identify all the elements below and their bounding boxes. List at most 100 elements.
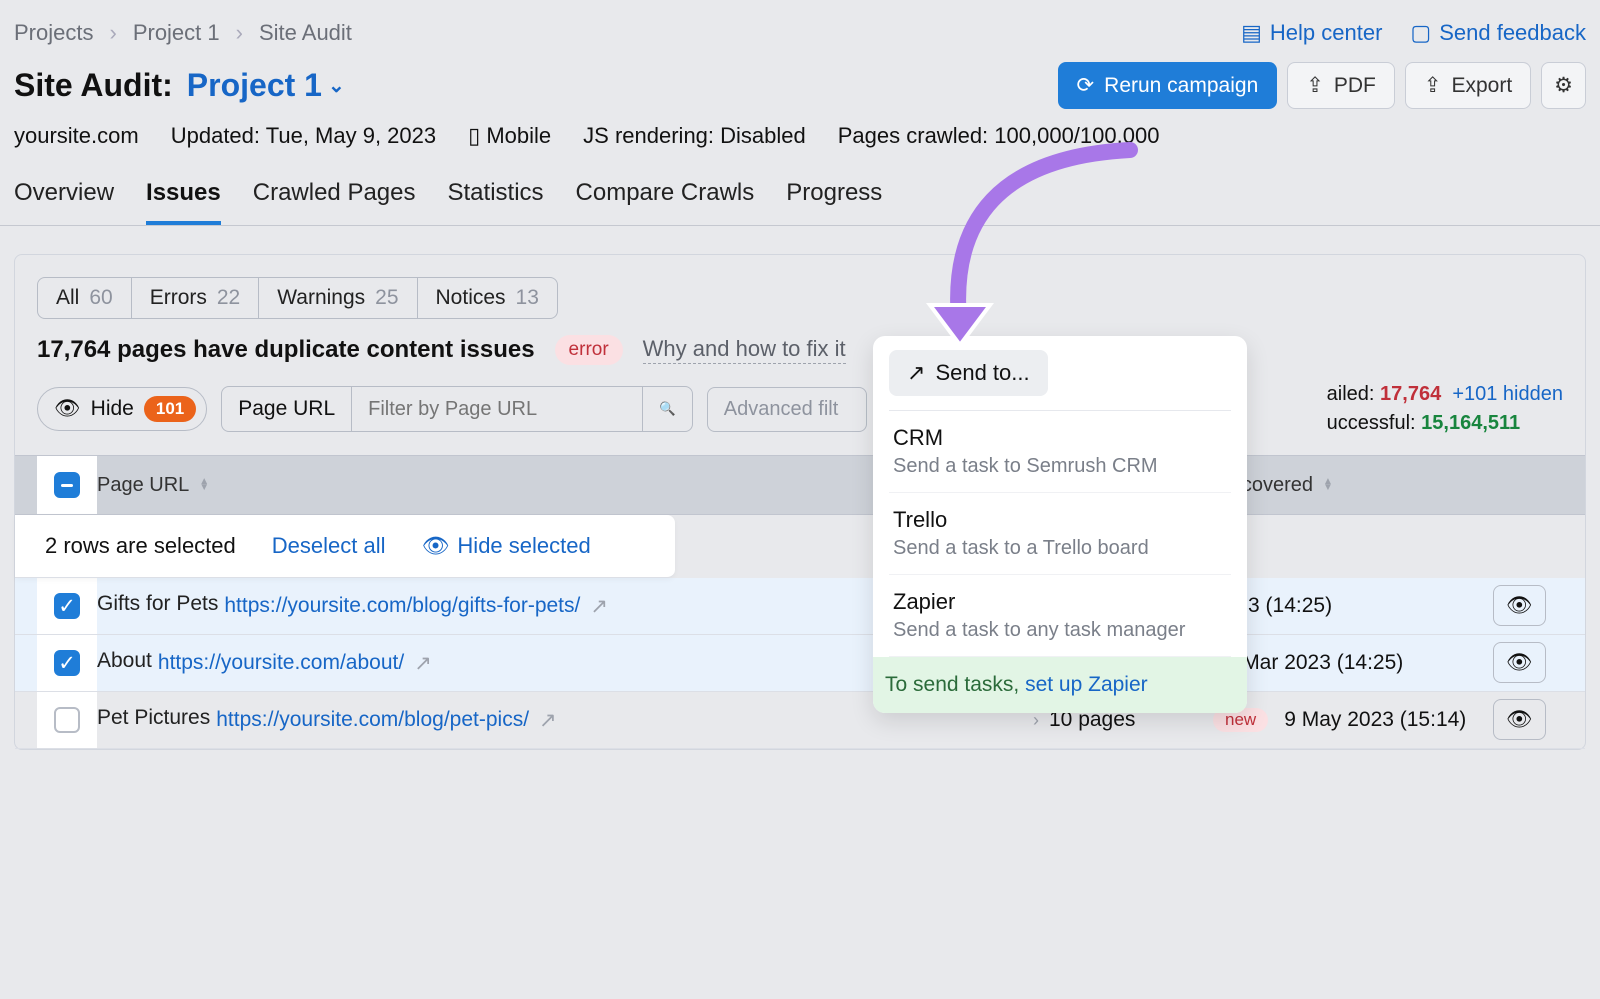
pill-all[interactable]: All60 <box>38 278 132 318</box>
external-link-icon: ↗ <box>414 651 432 676</box>
row-checkbox[interactable]: ✓ <box>54 650 80 676</box>
row-title: Pet Pictures <box>97 706 210 730</box>
tab-crawled-pages[interactable]: Crawled Pages <box>253 167 416 225</box>
tab-overview[interactable]: Overview <box>14 167 114 225</box>
row-url[interactable]: https://yoursite.com/blog/pet-pics/ ↗ <box>216 708 556 733</box>
eye-icon: 👁 <box>1506 651 1533 674</box>
project-name: Project 1 <box>187 67 322 104</box>
page-url-filter: Page URL 🔍 <box>221 386 693 432</box>
external-link-icon: ↗ <box>590 594 608 619</box>
send-feedback-link[interactable]: ▢ Send feedback <box>1410 20 1586 46</box>
share-arrow-icon: ↗ <box>907 360 925 386</box>
project-selector[interactable]: Project 1 ⌄ <box>187 67 345 104</box>
tab-compare-crawls[interactable]: Compare Crawls <box>576 167 755 225</box>
view-button[interactable]: 👁 <box>1493 642 1546 683</box>
view-button[interactable]: 👁 <box>1493 699 1546 740</box>
crawled-text: Pages crawled: 100,000/100,000 <box>838 123 1160 149</box>
table-row: Pet Pictures https://yoursite.com/blog/p… <box>15 692 1585 749</box>
mobile-icon: ▯ <box>468 123 480 148</box>
hidden-value[interactable]: +101 hidden <box>1452 383 1563 405</box>
pill-warnings[interactable]: Warnings25 <box>259 278 417 318</box>
hide-label: Hide <box>91 397 134 421</box>
select-all-checkbox[interactable] <box>54 472 80 498</box>
failed-label: ailed: <box>1327 383 1375 405</box>
pill-errors[interactable]: Errors22 <box>132 278 260 318</box>
table-row: ✓ Gifts for Pets https://yoursite.com/bl… <box>15 578 1585 635</box>
deselect-all-link[interactable]: Deselect all <box>272 533 386 559</box>
successful-label: uccessful: <box>1327 412 1416 434</box>
search-button[interactable]: 🔍 <box>642 387 692 431</box>
row-title: Gifts for Pets <box>97 592 218 616</box>
tab-issues[interactable]: Issues <box>146 167 221 225</box>
gear-icon: ⚙ <box>1554 73 1573 98</box>
discovered-date: 2023 (14:25) <box>1213 594 1493 618</box>
chat-icon: ▢ <box>1410 20 1431 46</box>
export-button[interactable]: ⇪ Export <box>1405 62 1531 109</box>
page-url-input[interactable] <box>352 387 642 431</box>
settings-button[interactable]: ⚙ <box>1541 62 1586 109</box>
pdf-label: PDF <box>1334 74 1376 98</box>
send-to-label: Send to... <box>935 360 1029 386</box>
export-label: Export <box>1451 74 1512 98</box>
search-icon: 🔍 <box>659 401 676 416</box>
rerun-label: Rerun campaign <box>1104 74 1258 98</box>
tab-progress[interactable]: Progress <box>786 167 882 225</box>
view-button[interactable]: 👁 <box>1493 585 1546 626</box>
issue-headline: 17,764 pages have duplicate content issu… <box>37 336 535 364</box>
eye-icon: 👁 <box>1506 594 1533 617</box>
book-icon: ▤ <box>1241 20 1262 46</box>
row-checkbox[interactable] <box>54 707 80 733</box>
row-checkbox[interactable]: ✓ <box>54 593 80 619</box>
row-url[interactable]: https://yoursite.com/about/ ↗ <box>158 651 432 676</box>
send-feedback-label: Send feedback <box>1439 20 1586 46</box>
send-to-crm[interactable]: CRM Send a task to Semrush CRM <box>889 411 1231 493</box>
discovered-date: new9 May 2023 (15:14) <box>1213 708 1493 732</box>
discovered-date: 25 Mar 2023 (14:25) <box>1213 651 1493 675</box>
selection-count: 2 rows are selected <box>45 533 236 559</box>
breadcrumb-project[interactable]: Project 1 <box>133 20 220 46</box>
table-header: Page URL ▲▼ Discovered ▲▼ <box>15 455 1585 515</box>
breadcrumb-current: Site Audit <box>259 20 352 46</box>
table-row: ✓ About https://yoursite.com/about/ ↗ ›1… <box>15 635 1585 692</box>
pill-notices[interactable]: Notices13 <box>418 278 557 318</box>
send-to-button[interactable]: ↗ Send to... <box>889 350 1048 396</box>
meta-row: yoursite.com Updated: Tue, May 9, 2023 ▯… <box>0 119 1600 167</box>
why-how-fix-link[interactable]: Why and how to fix it <box>643 336 846 364</box>
help-center-label: Help center <box>1270 20 1383 46</box>
send-to-trello[interactable]: Trello Send a task to a Trello board <box>889 493 1231 575</box>
tabs: Overview Issues Crawled Pages Statistics… <box>0 167 1600 226</box>
help-center-link[interactable]: ▤ Help center <box>1241 20 1382 46</box>
send-to-zapier[interactable]: Zapier Send a task to any task manager <box>889 575 1231 657</box>
filter-pill-group: All60 Errors22 Warnings25 Notices13 <box>37 277 558 319</box>
row-title: About <box>97 649 152 673</box>
breadcrumb-projects[interactable]: Projects <box>14 20 93 46</box>
row-url[interactable]: https://yoursite.com/blog/gifts-for-pets… <box>224 594 608 619</box>
chevron-right-icon: › <box>109 20 116 46</box>
eye-icon: 👁 <box>1506 708 1533 731</box>
hide-button[interactable]: 👁 Hide 101 <box>37 387 207 431</box>
external-link-icon: ↗ <box>539 708 557 733</box>
hide-selected-link[interactable]: 👁 Hide selected <box>421 533 590 559</box>
updated-text: Updated: Tue, May 9, 2023 <box>171 123 436 149</box>
hide-count-badge: 101 <box>144 396 196 422</box>
rerun-campaign-button[interactable]: ⟳ Rerun campaign <box>1058 62 1278 109</box>
domain-text: yoursite.com <box>14 123 139 149</box>
issues-panel: All60 Errors22 Warnings25 Notices13 17,7… <box>14 254 1586 750</box>
col-discovered[interactable]: Discovered ▲▼ <box>1213 474 1493 497</box>
setup-zapier-link[interactable]: set up Zapier <box>1025 673 1148 696</box>
advanced-filters[interactable]: Advanced filt <box>707 387 867 432</box>
tab-statistics[interactable]: Statistics <box>448 167 544 225</box>
pdf-button[interactable]: ⇪ PDF <box>1287 62 1395 109</box>
sort-icon: ▲▼ <box>1323 479 1333 491</box>
send-to-menu: CRM Send a task to Semrush CRM Trello Se… <box>889 410 1231 657</box>
title-row: Site Audit: Project 1 ⌄ ⟳ Rerun campaign… <box>0 56 1600 119</box>
chevron-right-icon: › <box>236 20 243 46</box>
upload-icon: ⇪ <box>1306 73 1324 98</box>
device-text: ▯ Mobile <box>468 123 551 149</box>
chevron-down-icon: ⌄ <box>328 73 345 98</box>
error-badge: error <box>555 335 623 365</box>
upload-icon: ⇪ <box>1424 73 1442 98</box>
selection-bar: 2 rows are selected Deselect all 👁 Hide … <box>15 515 675 578</box>
check-stats: ailed: 17,764 +101 hidden uccessful: 15,… <box>1327 383 1563 435</box>
chevron-right-icon: › <box>1033 710 1039 730</box>
